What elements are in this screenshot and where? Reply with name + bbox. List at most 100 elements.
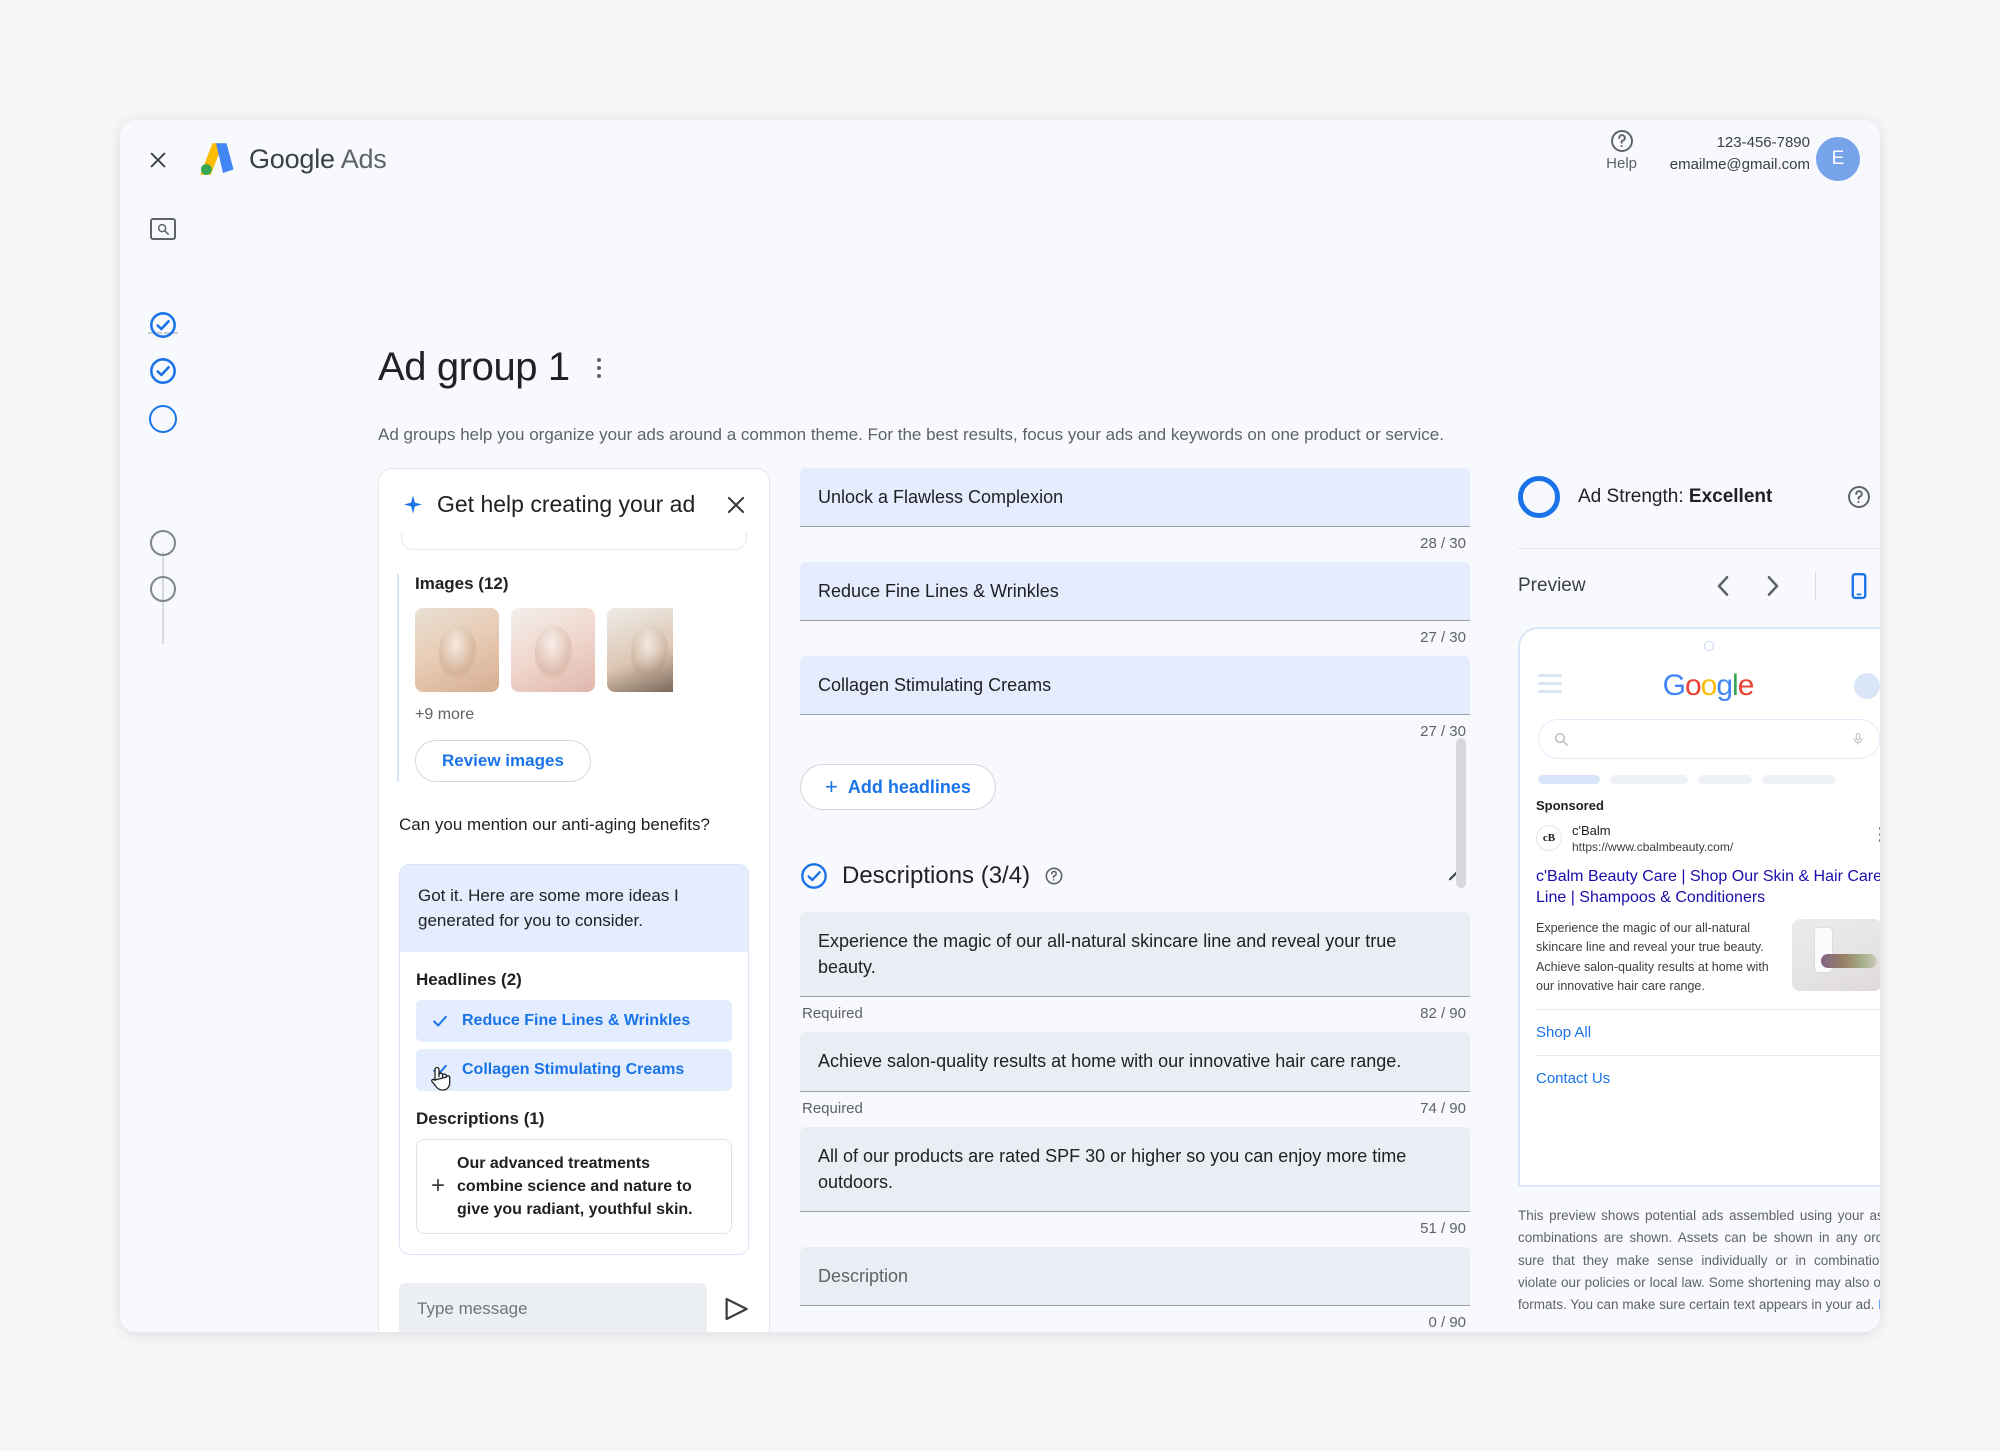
hamburger-menu-icon[interactable] <box>1538 674 1562 698</box>
avatar-initial: E <box>1832 148 1845 170</box>
search-square-icon <box>150 218 176 240</box>
rail-step-2-complete[interactable] <box>146 354 180 388</box>
scrolled-card-edge <box>401 532 747 550</box>
send-icon[interactable] <box>721 1294 751 1324</box>
account-email: emailme@gmail.com <box>1670 154 1810 176</box>
image-thumbnail[interactable] <box>511 608 595 692</box>
headline-meta: 27 / 30 <box>800 715 1470 740</box>
descriptions-section-title: Descriptions (3/4) <box>842 862 1030 890</box>
headline-row: Collagen Stimulating Creams 27 / 30 <box>800 656 1470 740</box>
rail-step-5[interactable] <box>146 572 180 606</box>
brand-ads: Ads <box>341 144 387 174</box>
description-char-count: 0 / 90 <box>1428 1314 1466 1331</box>
ad-body: Experience the magic of our all-natural … <box>1536 919 1880 997</box>
phone-search-bar[interactable] <box>1538 719 1880 759</box>
rail-item-search[interactable] <box>146 212 180 246</box>
chat-message-input[interactable] <box>399 1283 707 1332</box>
description-row: Achieve salon-quality results at home wi… <box>800 1032 1470 1116</box>
plus-icon: + <box>431 1174 445 1198</box>
filter-chip[interactable] <box>1698 775 1752 784</box>
chat-body: Images (12) +9 more Review images Can yo… <box>379 532 769 1322</box>
ad-strength-prefix: Ad Strength: <box>1578 486 1689 507</box>
top-bar: Google Ads Help 123-456-7890 emailme@gma… <box>120 120 1880 200</box>
ad-headline-link[interactable]: c'Balm Beauty Care | Shop Our Skin & Hai… <box>1536 866 1880 909</box>
page-menu-button[interactable] <box>586 353 612 383</box>
description-input[interactable]: Achieve salon-quality results at home wi… <box>800 1032 1470 1091</box>
suggested-description-item[interactable]: + Our advanced treatments combine scienc… <box>416 1139 732 1235</box>
advertiser-identity: c'Balm https://www.cbalmbeauty.com/ <box>1572 823 1733 854</box>
description-input[interactable]: Experience the magic of our all-natural … <box>800 912 1470 997</box>
headline-input[interactable]: Collagen Stimulating Creams <box>800 656 1470 715</box>
search-ad-result: Sponsored cB c'Balm https://www.cbalmbea… <box>1536 798 1880 1101</box>
description-char-count: 74 / 90 <box>1420 1100 1466 1117</box>
chat-close-button[interactable] <box>723 492 749 518</box>
chevron-left-icon[interactable] <box>1709 571 1739 601</box>
rail-step-3-current[interactable] <box>146 402 180 436</box>
divider <box>1815 572 1816 600</box>
rail-step-4[interactable] <box>146 526 180 560</box>
ad-sitelink[interactable]: Contact Us <box>1536 1056 1880 1101</box>
headline-input[interactable]: Unlock a Flawless Complexion <box>800 468 1470 527</box>
description-input-empty[interactable]: Description <box>800 1247 1470 1306</box>
headline-row: Unlock a Flawless Complexion 28 / 30 <box>800 468 1470 552</box>
help-button[interactable]: Help <box>1606 128 1637 172</box>
google-ads-logo-icon <box>195 138 237 180</box>
stepper-rail <box>120 200 206 1332</box>
description-meta: 0 / 90 <box>800 1306 1470 1331</box>
google-letter: o <box>1685 669 1701 702</box>
help-circle-icon[interactable] <box>1846 484 1872 510</box>
chat-bot-block: Got it. Here are some more ideas I gener… <box>399 864 749 1256</box>
review-images-button[interactable]: Review images <box>415 740 591 782</box>
account-info[interactable]: 123-456-7890 emailme@gmail.com <box>1670 132 1810 176</box>
suggested-headline-text: Collagen Stimulating Creams <box>462 1061 684 1079</box>
advertiser-url: https://www.cbalmbeauty.com/ <box>1572 840 1733 854</box>
learn-more-link[interactable]: Learn more <box>1878 1297 1880 1312</box>
image-thumbnail[interactable] <box>415 608 499 692</box>
ad-sitelink[interactable]: Shop All <box>1536 1010 1880 1055</box>
description-row: Description 0 / 90 <box>800 1247 1470 1331</box>
chat-header: Get help creating your ad <box>379 469 769 532</box>
help-label: Help <box>1606 155 1637 172</box>
assets-scrollbar[interactable] <box>1456 738 1466 888</box>
headline-char-count: 27 / 30 <box>1420 629 1466 646</box>
ad-product-image <box>1792 919 1880 991</box>
filter-chip[interactable] <box>1538 775 1600 784</box>
mobile-device-icon[interactable] <box>1844 571 1874 601</box>
google-letter: G <box>1663 669 1685 702</box>
suggested-headline-item[interactable]: Reduce Fine Lines & Wrinkles <box>416 1000 732 1042</box>
chat-bot-message: Got it. Here are some more ideas I gener… <box>400 865 748 952</box>
suggested-headlines-label: Headlines (2) <box>416 970 732 990</box>
ad-options-button[interactable] <box>1879 827 1880 842</box>
description-meta: Required 82 / 90 <box>800 997 1470 1022</box>
description-row: All of our products are rated SPF 30 or … <box>800 1127 1470 1237</box>
google-letter: g <box>1716 669 1732 702</box>
descriptions-section-header: Descriptions (3/4) <box>800 862 1470 890</box>
sponsored-label: Sponsored <box>1536 798 1880 813</box>
chevron-right-icon[interactable] <box>1757 571 1787 601</box>
content-columns: Get help creating your ad Images (12) +9… <box>378 468 1880 1332</box>
search-icon <box>1553 731 1569 747</box>
circle-icon <box>150 576 176 602</box>
plus-icon: + <box>825 776 838 798</box>
ai-chat-panel: Get help creating your ad Images (12) +9… <box>378 468 770 1332</box>
description-char-count: 51 / 90 <box>1420 1220 1466 1237</box>
description-input[interactable]: All of our products are rated SPF 30 or … <box>800 1127 1470 1212</box>
add-headlines-button[interactable]: + Add headlines <box>800 764 996 810</box>
phone-camera-notch <box>1704 641 1714 651</box>
suggested-headline-item[interactable]: Collagen Stimulating Creams <box>416 1049 732 1091</box>
chat-input-row <box>399 1283 751 1332</box>
chat-user-message: Can you mention our anti-aging benefits? <box>399 812 749 838</box>
help-circle-icon[interactable] <box>1044 866 1064 886</box>
avatar[interactable]: E <box>1816 137 1860 181</box>
headline-input[interactable]: Reduce Fine Lines & Wrinkles <box>800 562 1470 621</box>
microphone-icon <box>1851 730 1865 748</box>
circle-active-icon <box>149 405 177 433</box>
ad-description-text: Experience the magic of our all-natural … <box>1536 919 1780 997</box>
image-thumbnail[interactable] <box>607 608 673 692</box>
filter-chip[interactable] <box>1610 775 1688 784</box>
rail-step-1-complete[interactable] <box>146 308 180 342</box>
filter-chip[interactable] <box>1762 775 1836 784</box>
advertiser-name: c'Balm <box>1572 823 1733 840</box>
close-button[interactable] <box>140 142 176 178</box>
description-required-label: Required <box>802 1100 863 1117</box>
